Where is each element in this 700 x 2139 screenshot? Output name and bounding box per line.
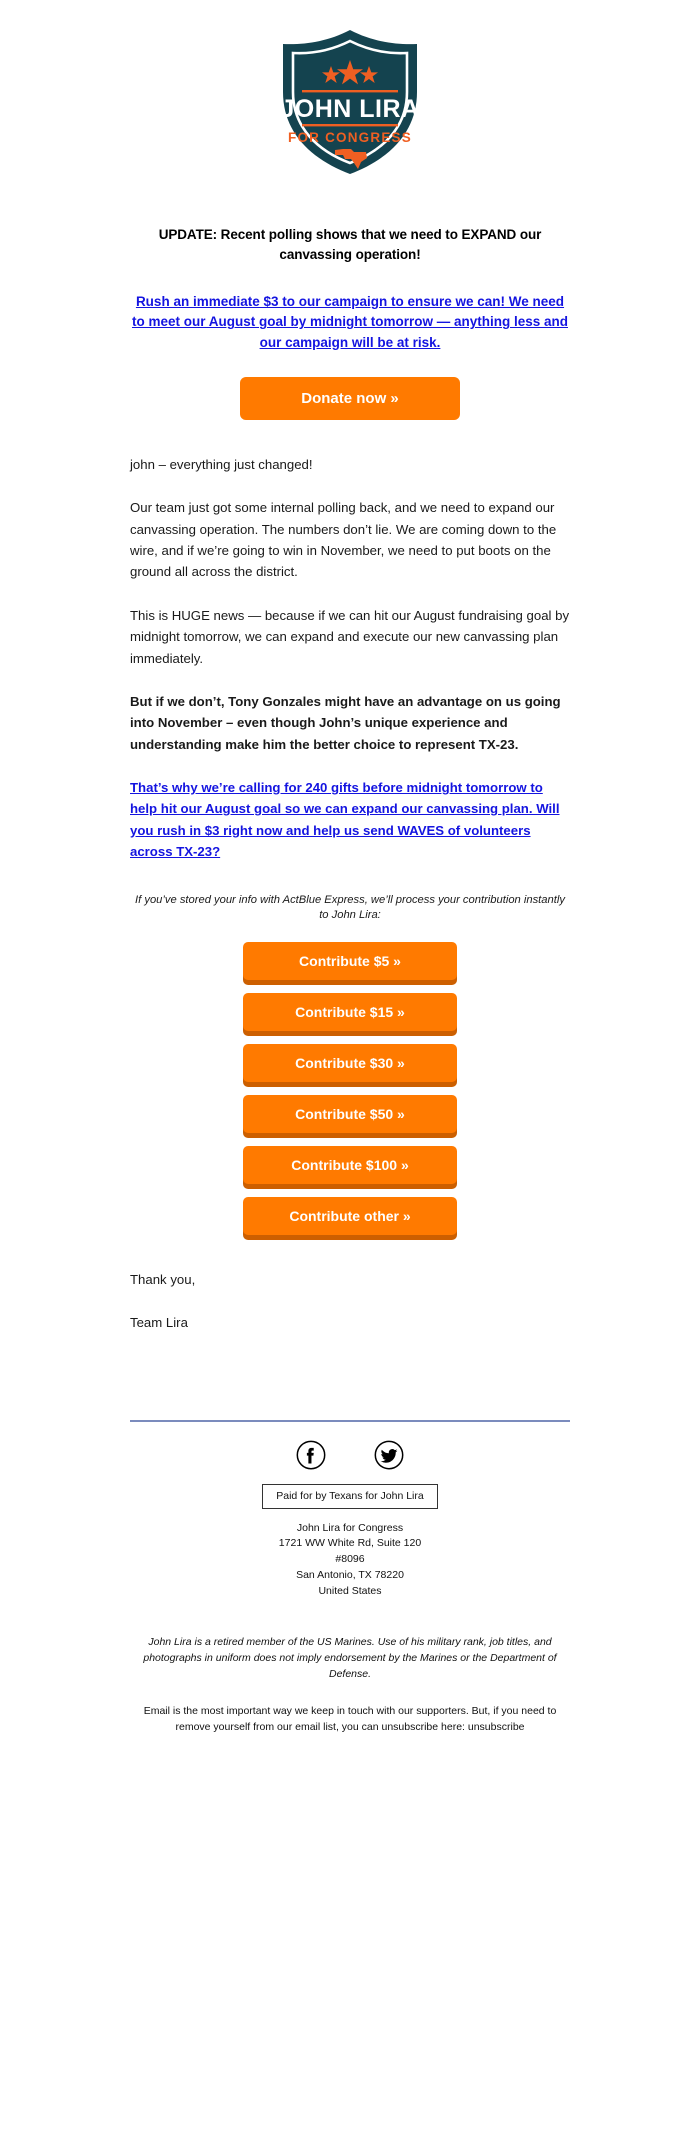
contribute-5-button[interactable]: Contribute $5 » xyxy=(243,941,457,980)
social-links-row xyxy=(130,1422,570,1478)
donate-button-row: Donate now » xyxy=(130,376,570,420)
unsubscribe-link[interactable]: unsubscribe xyxy=(468,1721,525,1733)
contribute-100-button[interactable]: Contribute $100 » xyxy=(243,1145,457,1184)
address-line-5: United States xyxy=(318,1584,382,1597)
contribution-ladder: Contribute $5 » Contribute $15 » Contrib… xyxy=(130,941,570,1235)
body-paragraph-3-bold: But if we don’t, Tony Gonzales might hav… xyxy=(130,693,561,752)
unsubscribe-block: Email is the most important way we keep … xyxy=(130,1703,570,1906)
svg-text:JOHN LIRA: JOHN LIRA xyxy=(280,95,419,123)
greeting-paragraph: john – everything just changed! xyxy=(130,456,313,472)
contribute-other-button[interactable]: Contribute other » xyxy=(243,1196,457,1235)
actblue-express-note: If you’ve stored your info with ActBlue … xyxy=(135,893,565,922)
email-content-column: UPDATE: Recent polling shows that we nee… xyxy=(130,225,570,1334)
paid-for-disclosure: Paid for by Texans for John Lira xyxy=(262,1483,438,1509)
address-line-4: San Antonio, TX 78220 xyxy=(296,1568,404,1581)
body-paragraph-4-link: That’s why we’re calling for 240 gifts b… xyxy=(130,777,570,863)
body-paragraph-2: This is HUGE news — because if we can hi… xyxy=(130,607,570,666)
address-line-3: #8096 xyxy=(335,1553,365,1566)
twitter-icon[interactable] xyxy=(374,1440,404,1470)
signoff-thanks: Thank you, xyxy=(130,1271,196,1287)
rush-3-dollars-link[interactable]: Rush an immediate $3 to our campaign to … xyxy=(132,294,568,350)
svg-text:FOR CONGRESS: FOR CONGRESS xyxy=(288,130,412,145)
john-lira-shield-logo-icon: JOHN LIRA FOR CONGRESS xyxy=(280,30,419,174)
body-paragraph-1: Our team just got some internal polling … xyxy=(130,500,557,580)
address-line-1: John Lira for Congress xyxy=(296,1521,404,1534)
email-footer: Paid for by Texans for John Lira John Li… xyxy=(130,1334,570,1906)
donate-now-button[interactable]: Donate now » xyxy=(240,376,460,420)
military-disclaimer: John Lira is a retired member of the US … xyxy=(143,1636,557,1680)
page-title: UPDATE: Recent polling shows that we nee… xyxy=(158,227,542,262)
mailing-address: John Lira for Congress 1721 WW White Rd,… xyxy=(130,1521,570,1600)
address-line-2: 1721 WW White Rd, Suite 120 xyxy=(278,1537,422,1550)
campaign-logo: JOHN LIRA FOR CONGRESS xyxy=(0,0,700,189)
lead-link-paragraph: Rush an immediate $3 to our campaign to … xyxy=(130,292,570,353)
facebook-icon[interactable] xyxy=(296,1440,326,1470)
contribute-30-button[interactable]: Contribute $30 » xyxy=(243,1043,457,1082)
contribute-50-button[interactable]: Contribute $50 » xyxy=(243,1094,457,1133)
signoff-team: Team Lira xyxy=(130,1315,188,1331)
contribute-15-button[interactable]: Contribute $15 » xyxy=(243,992,457,1031)
240-gifts-link[interactable]: That’s why we’re calling for 240 gifts b… xyxy=(130,780,560,859)
email-body: JOHN LIRA FOR CONGRESS UPDATE: Recent po… xyxy=(0,0,700,1906)
